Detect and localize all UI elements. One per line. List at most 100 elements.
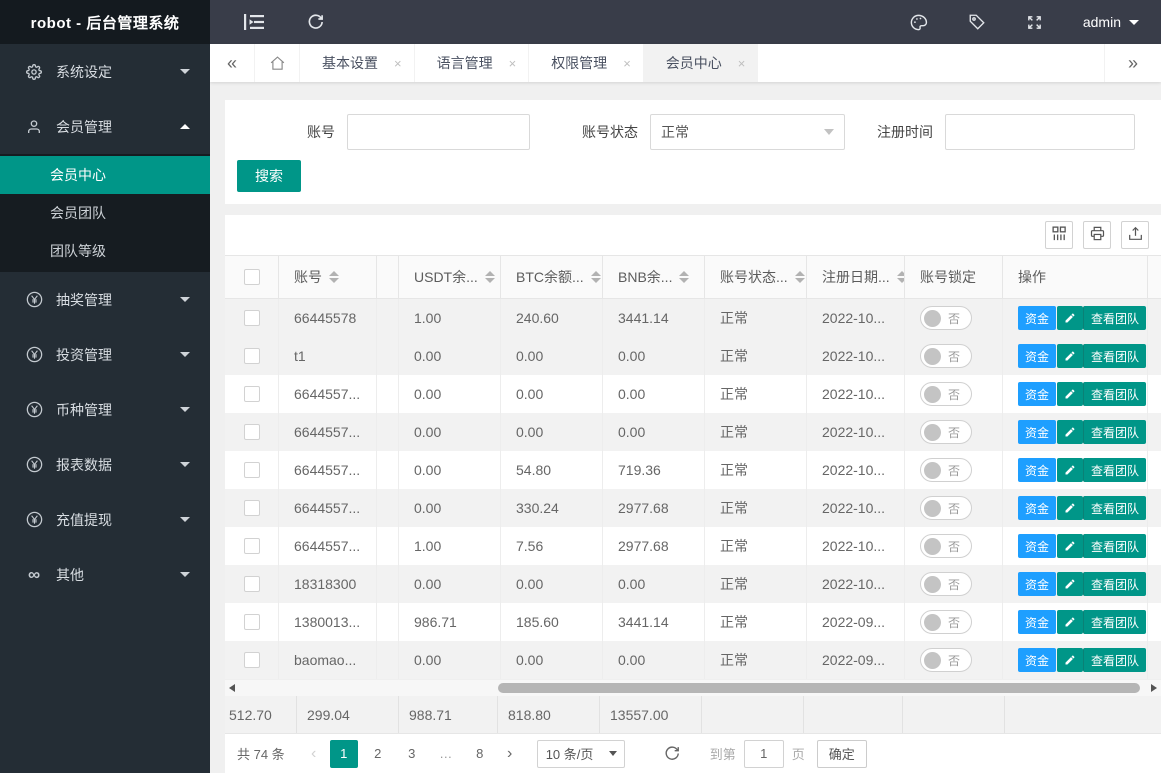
sidebar-item-member-center[interactable]: 会员中心 [0, 156, 210, 194]
row-checkbox[interactable] [243, 538, 260, 554]
lock-toggle[interactable]: 否 [920, 648, 972, 672]
sidebar-item-investment-management[interactable]: 投资管理 [0, 327, 210, 382]
account-input[interactable] [347, 114, 530, 150]
lock-toggle[interactable]: 否 [920, 420, 972, 444]
row-checkbox[interactable] [243, 500, 260, 516]
close-icon[interactable]: × [738, 56, 746, 71]
sidebar-item-member-management[interactable]: 会员管理 [0, 99, 210, 154]
lock-toggle[interactable]: 否 [920, 306, 972, 330]
prev-page-button[interactable]: ‹ [301, 745, 327, 763]
lock-toggle[interactable]: 否 [920, 382, 972, 406]
sort-icon[interactable] [679, 271, 690, 283]
tab-basic-settings[interactable]: 基本设置 × [300, 44, 415, 82]
edit-button[interactable] [1057, 496, 1084, 520]
lock-toggle[interactable]: 否 [920, 572, 972, 596]
sort-icon[interactable] [896, 271, 904, 283]
edit-button[interactable] [1057, 344, 1084, 368]
fund-button[interactable]: 资金 [1018, 572, 1057, 596]
tab-home[interactable] [255, 44, 300, 82]
refresh-icon[interactable] [306, 13, 324, 31]
view-team-button[interactable]: 查看团队 [1083, 572, 1147, 596]
goto-page-input[interactable] [743, 739, 784, 768]
column-header-date[interactable]: 注册日期... [807, 256, 905, 298]
sidebar-item-other[interactable]: ∞ 其他 [0, 547, 210, 602]
sort-icon[interactable] [329, 271, 339, 283]
tab-language-management[interactable]: 语言管理 × [414, 44, 530, 82]
sidebar-item-currency-management[interactable]: 币种管理 [0, 382, 210, 437]
edit-button[interactable] [1057, 382, 1084, 406]
confirm-button[interactable]: 确定 [816, 739, 867, 768]
tabs-more-button[interactable]: » [1104, 44, 1161, 82]
fund-button[interactable]: 资金 [1018, 610, 1057, 634]
table-refresh-button[interactable] [663, 745, 680, 762]
row-checkbox[interactable] [243, 424, 260, 440]
search-button[interactable]: 搜索 [237, 160, 301, 192]
tab-permission-management[interactable]: 权限管理 × [529, 44, 644, 82]
columns-button[interactable] [1045, 221, 1073, 249]
view-team-button[interactable]: 查看团队 [1083, 382, 1147, 406]
page-number-3[interactable]: 3 [398, 740, 426, 768]
row-checkbox[interactable] [243, 310, 260, 326]
edit-button[interactable] [1057, 610, 1084, 634]
select-all-checkbox[interactable] [243, 269, 260, 285]
row-checkbox[interactable] [243, 652, 260, 668]
column-header-truncated[interactable] [377, 256, 399, 298]
collapse-menu-icon[interactable] [244, 13, 264, 31]
fund-button[interactable]: 资金 [1018, 496, 1057, 520]
fund-button[interactable]: 资金 [1018, 420, 1057, 444]
column-header-btc[interactable]: BTC余额... [501, 256, 603, 298]
lock-toggle[interactable]: 否 [920, 458, 972, 482]
fund-button[interactable]: 资金 [1018, 306, 1057, 330]
sidebar-item-recharge-withdraw[interactable]: 充值提现 [0, 492, 210, 547]
edit-button[interactable] [1057, 306, 1084, 330]
lock-toggle[interactable]: 否 [920, 344, 972, 368]
edit-button[interactable] [1057, 420, 1084, 444]
print-button[interactable] [1083, 221, 1111, 249]
fund-button[interactable]: 资金 [1018, 344, 1057, 368]
sidebar-item-system-settings[interactable]: 系统设定 [0, 44, 210, 99]
column-header-usdt[interactable]: USDT余... [399, 256, 501, 298]
lock-toggle[interactable]: 否 [920, 534, 972, 558]
fullscreen-icon[interactable] [1026, 13, 1043, 32]
view-team-button[interactable]: 查看团队 [1083, 496, 1147, 520]
view-team-button[interactable]: 查看团队 [1083, 420, 1147, 444]
sidebar-item-lottery-management[interactable]: 抽奖管理 [0, 272, 210, 327]
row-checkbox[interactable] [243, 386, 260, 402]
fund-button[interactable]: 资金 [1018, 458, 1057, 482]
account-status-select[interactable]: 正常 [650, 114, 845, 150]
edit-button[interactable] [1057, 648, 1084, 672]
edit-button[interactable] [1057, 534, 1084, 558]
fund-button[interactable]: 资金 [1018, 382, 1057, 406]
row-checkbox[interactable] [243, 614, 260, 630]
fund-button[interactable]: 资金 [1018, 534, 1057, 558]
view-team-button[interactable]: 查看团队 [1083, 306, 1147, 330]
page-number-1[interactable]: 1 [329, 739, 358, 768]
page-number-8[interactable]: 8 [466, 740, 494, 768]
register-time-input[interactable] [945, 114, 1135, 150]
sort-icon[interactable] [484, 271, 495, 283]
sort-icon[interactable] [794, 271, 805, 283]
edit-button[interactable] [1057, 572, 1084, 596]
view-team-button[interactable]: 查看团队 [1083, 534, 1147, 558]
tabs-scroll-left-button[interactable]: « [210, 44, 255, 82]
page-size-select[interactable]: 10 条/页 [536, 739, 625, 768]
lock-toggle[interactable]: 否 [920, 610, 972, 634]
edit-button[interactable] [1057, 458, 1084, 482]
close-icon[interactable]: × [509, 56, 517, 71]
view-team-button[interactable]: 查看团队 [1083, 648, 1147, 672]
view-team-button[interactable]: 查看团队 [1083, 610, 1147, 634]
page-number-2[interactable]: 2 [364, 740, 392, 768]
row-checkbox[interactable] [243, 348, 260, 364]
export-button[interactable] [1121, 221, 1149, 249]
sort-icon[interactable] [590, 271, 601, 283]
next-page-button[interactable]: › [497, 745, 523, 763]
sidebar-item-team-level[interactable]: 团队等级 [0, 232, 210, 270]
close-icon[interactable]: × [623, 56, 631, 71]
tab-member-center[interactable]: 会员中心 × [643, 44, 759, 82]
theme-icon[interactable] [909, 13, 928, 32]
scroll-right-arrow-icon[interactable] [1151, 684, 1157, 692]
row-checkbox[interactable] [243, 462, 260, 478]
lock-toggle[interactable]: 否 [920, 496, 972, 520]
column-header-bnb[interactable]: BNB余... [603, 256, 705, 298]
tag-icon[interactable] [968, 13, 986, 32]
